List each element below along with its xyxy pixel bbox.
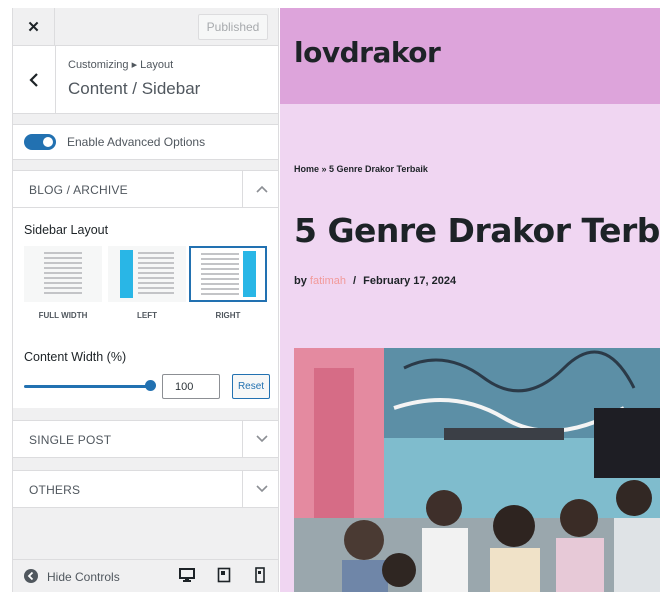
author-link[interactable]: fatimah <box>310 275 346 287</box>
chevron-up-icon[interactable] <box>242 171 278 207</box>
meta-separator: / <box>353 275 357 287</box>
layout-option-left[interactable] <box>108 246 186 302</box>
toggle-knob <box>43 137 53 147</box>
by-label: by <box>294 275 307 287</box>
mobile-icon[interactable] <box>255 567 265 588</box>
layout-option-right[interactable] <box>189 246 267 302</box>
section-blog-archive[interactable]: BLOG / ARCHIVE <box>13 170 278 208</box>
left-sidebar-layout-icon <box>120 250 174 298</box>
section-single-post-label: SINGLE POST <box>29 433 112 447</box>
post-meta: by fatimah / February 17, 2024 <box>294 275 456 287</box>
layout-option-label: RIGHT <box>215 311 241 320</box>
content-width-label: Content Width (%) <box>24 350 127 364</box>
post-date: February 17, 2024 <box>363 275 457 287</box>
tablet-icon[interactable] <box>217 567 231 588</box>
section-others[interactable]: OTHERS <box>13 470 278 508</box>
panel-title: Content / Sidebar <box>68 79 201 98</box>
breadcrumb: Customizing ▸ Layout <box>68 59 174 71</box>
site-title[interactable]: lovdrakor <box>294 36 441 69</box>
advanced-options-row: Enable Advanced Options <box>13 124 278 160</box>
content-width-input[interactable]: 100 <box>162 374 220 399</box>
sidebar-layout-label: Sidebar Layout <box>24 223 109 237</box>
site-header: lovdrakor <box>280 8 660 104</box>
content-width-slider[interactable] <box>24 385 150 388</box>
close-icon[interactable]: ✕ <box>13 8 55 46</box>
chevron-left-icon[interactable] <box>13 46 56 114</box>
section-single-post[interactable]: SINGLE POST <box>13 420 278 458</box>
publish-button[interactable]: Published <box>198 14 268 40</box>
advanced-options-toggle[interactable] <box>24 134 56 150</box>
section-blog-archive-label: BLOG / ARCHIVE <box>29 183 128 197</box>
desktop-icon[interactable] <box>179 567 195 588</box>
slider-handle[interactable] <box>145 380 156 391</box>
customizer-footer: Hide Controls <box>13 559 278 592</box>
section-others-label: OTHERS <box>29 483 81 497</box>
blog-archive-body: Sidebar Layout FULL WIDTH LEFT RIGHT Con… <box>13 208 278 408</box>
right-sidebar-layout-icon <box>201 251 256 297</box>
post-title: 5 Genre Drakor Terbaik <box>294 211 660 250</box>
panel-title-bar: Customizing ▸ Layout Content / Sidebar <box>13 46 278 114</box>
chevron-down-icon[interactable] <box>242 471 278 507</box>
layout-option-full-width[interactable] <box>24 246 102 302</box>
post-breadcrumb[interactable]: Home » 5 Genre Drakor Terbaik <box>294 164 428 174</box>
layout-option-label: LEFT <box>137 311 157 320</box>
hide-controls-icon[interactable] <box>24 569 38 583</box>
advanced-options-label: Enable Advanced Options <box>67 135 206 149</box>
featured-image <box>294 348 660 592</box>
hide-controls-button[interactable]: Hide Controls <box>47 570 120 584</box>
layout-option-label: FULL WIDTH <box>38 311 88 320</box>
customizer-header: ✕ Published <box>13 8 278 46</box>
full-width-layout-icon <box>44 252 82 294</box>
site-preview: lovdrakor Home » 5 Genre Drakor Terbaik … <box>280 8 660 592</box>
chevron-down-icon[interactable] <box>242 421 278 457</box>
customizer-panel: ✕ Published Customizing ▸ Layout Content… <box>12 8 279 592</box>
reset-button[interactable]: Reset <box>232 374 270 399</box>
